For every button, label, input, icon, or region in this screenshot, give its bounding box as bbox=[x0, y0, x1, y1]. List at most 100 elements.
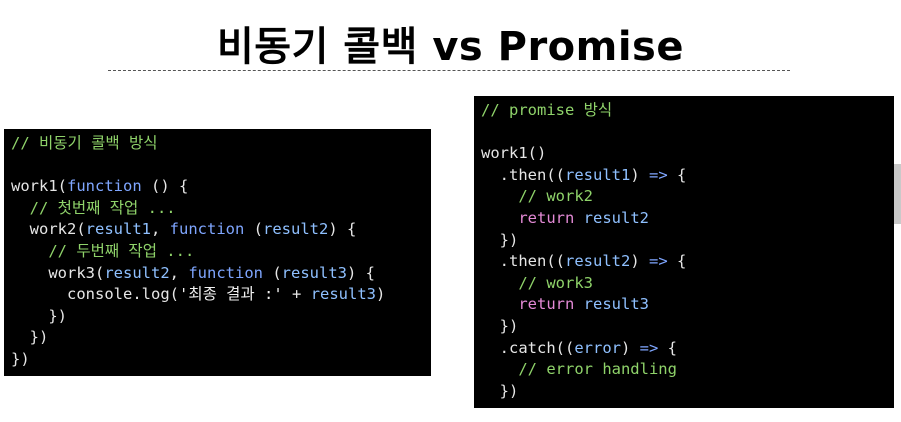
code-parameter: result2 bbox=[104, 263, 170, 282]
code-text: }) bbox=[499, 381, 519, 400]
code-parameter: result1 bbox=[565, 165, 631, 184]
slide-title: 비동기 콜백 vs Promise bbox=[216, 24, 684, 70]
callback-code-block: // 비동기 콜백 방식 work1(function () { // 첫번째 작… bbox=[4, 129, 431, 376]
code-line: return result3 bbox=[481, 294, 894, 316]
code-text: }) bbox=[29, 328, 49, 347]
code-line: }) bbox=[11, 306, 431, 328]
code-comment: // error handling bbox=[518, 360, 677, 379]
code-text: ) { bbox=[328, 220, 357, 239]
code-text: .then(( bbox=[499, 252, 565, 271]
code-keyword: function bbox=[169, 220, 245, 239]
code-text: }) bbox=[48, 306, 67, 325]
code-line: work2(result1, function (result2) { bbox=[11, 219, 431, 241]
code-text: + bbox=[282, 285, 311, 304]
code-line: }) bbox=[481, 316, 894, 338]
code-text: ) { bbox=[346, 263, 375, 282]
code-keyword: function bbox=[188, 263, 263, 282]
code-line: }) bbox=[11, 349, 431, 371]
code-text: work1() bbox=[481, 144, 547, 163]
code-text: ) bbox=[630, 165, 649, 184]
code-line: // 첫번째 작업 ... bbox=[11, 198, 431, 220]
code-text: ) bbox=[621, 338, 640, 357]
code-keyword: => bbox=[649, 165, 668, 184]
code-comment: // promise 방식 bbox=[481, 101, 613, 119]
code-text: { bbox=[667, 252, 687, 271]
code-text: { bbox=[658, 338, 678, 357]
promise-code-block: // promise 방식 work1() .then((result1) => … bbox=[474, 96, 894, 408]
code-text: { bbox=[667, 165, 687, 184]
code-line: .then((result1) => { bbox=[481, 165, 894, 187]
code-text: ( bbox=[262, 263, 282, 282]
code-parameter: result3 bbox=[281, 263, 347, 282]
code-line: // promise 방식 bbox=[481, 100, 894, 122]
code-line: // work2 bbox=[481, 186, 894, 208]
code-parameter: result3 bbox=[310, 285, 377, 304]
code-line: // work3 bbox=[481, 273, 894, 295]
code-text: ) bbox=[630, 252, 649, 271]
code-string: '최종 결과 :' bbox=[178, 285, 283, 304]
code-keyword: function bbox=[67, 177, 142, 196]
code-text: work2( bbox=[29, 220, 86, 239]
code-keyword: => bbox=[639, 338, 659, 357]
code-text: () { bbox=[141, 177, 189, 196]
code-text: .then(( bbox=[499, 165, 565, 184]
code-comment: // 첫번째 작업 ... bbox=[29, 198, 176, 217]
code-parameter: error bbox=[574, 338, 621, 357]
code-line: }) bbox=[481, 230, 894, 252]
code-line: return result2 bbox=[481, 208, 894, 230]
dashed-divider bbox=[108, 70, 790, 71]
code-parameter: result3 bbox=[583, 295, 649, 314]
code-line: work3(result2, function (result3) { bbox=[11, 263, 431, 285]
code-line: .catch((error) => { bbox=[481, 338, 894, 360]
code-comment: // 비동기 콜백 방식 bbox=[11, 134, 158, 152]
code-line: }) bbox=[481, 381, 894, 403]
code-line: // 비동기 콜백 방식 bbox=[11, 133, 431, 155]
code-comment: // 두번째 작업 ... bbox=[48, 241, 195, 260]
code-text: console.log( bbox=[67, 285, 179, 304]
code-text: ) bbox=[376, 285, 386, 304]
code-line: }) bbox=[11, 327, 431, 349]
code-return: return bbox=[518, 295, 575, 314]
code-parameter: result2 bbox=[565, 252, 631, 271]
code-line: console.log('최종 결과 :' + result3) bbox=[11, 284, 431, 306]
code-line: work1() bbox=[481, 143, 894, 165]
code-text: }) bbox=[11, 349, 30, 368]
code-keyword: => bbox=[649, 252, 668, 271]
code-parameter: result2 bbox=[583, 208, 649, 227]
code-comment: // work3 bbox=[518, 273, 593, 292]
code-text: work1( bbox=[11, 177, 67, 196]
code-line: .then((result2) => { bbox=[481, 251, 894, 273]
code-line: work1(function () { bbox=[11, 176, 431, 198]
code-line: // error handling bbox=[481, 359, 894, 381]
code-parameter: result1 bbox=[85, 220, 151, 239]
code-text: }) bbox=[499, 230, 519, 249]
code-return: return bbox=[518, 208, 575, 227]
code-parameter: result2 bbox=[263, 220, 329, 239]
code-text: ( bbox=[244, 220, 263, 239]
code-text: }) bbox=[499, 316, 519, 335]
code-line: // 두번째 작업 ... bbox=[11, 241, 431, 263]
code-text: , bbox=[169, 263, 189, 282]
code-comment: // work2 bbox=[518, 187, 593, 206]
